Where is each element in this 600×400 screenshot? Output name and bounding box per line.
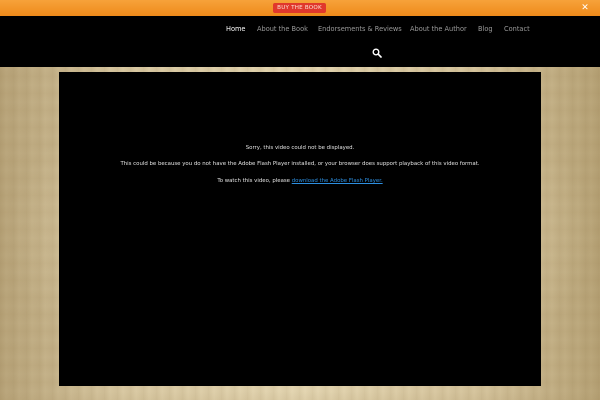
video-error-instruction: To watch this video, please download the… [59, 177, 541, 185]
nav-item-about-the-book[interactable]: About the Book [257, 24, 308, 34]
site-header: Home About the Book Endorsements & Revie… [0, 16, 600, 67]
video-instruction-prefix: To watch this video, please [217, 178, 292, 184]
buy-the-book-button[interactable]: BUY THE BOOK [273, 3, 326, 13]
download-flash-link[interactable]: download the Adobe Flash Player. [292, 178, 383, 184]
main-nav: Home About the Book Endorsements & Revie… [0, 24, 600, 34]
video-player[interactable]: Sorry, this video could not be displayed… [59, 72, 541, 386]
video-error-title: Sorry, this video could not be displayed… [245, 145, 355, 151]
video-error-detail: This could be because you do not have th… [120, 161, 480, 167]
nav-item-blog[interactable]: Blog [478, 24, 493, 34]
nav-item-endorsements-reviews[interactable]: Endorsements & Reviews [318, 24, 402, 34]
close-icon[interactable]: ✕ [579, 2, 591, 14]
nav-item-contact[interactable]: Contact [504, 24, 530, 34]
promo-bar: BUY THE BOOK ✕ [0, 0, 600, 16]
search-icon[interactable] [372, 48, 382, 58]
nav-item-about-the-author[interactable]: About the Author [410, 24, 467, 34]
nav-item-home[interactable]: Home [226, 24, 245, 34]
